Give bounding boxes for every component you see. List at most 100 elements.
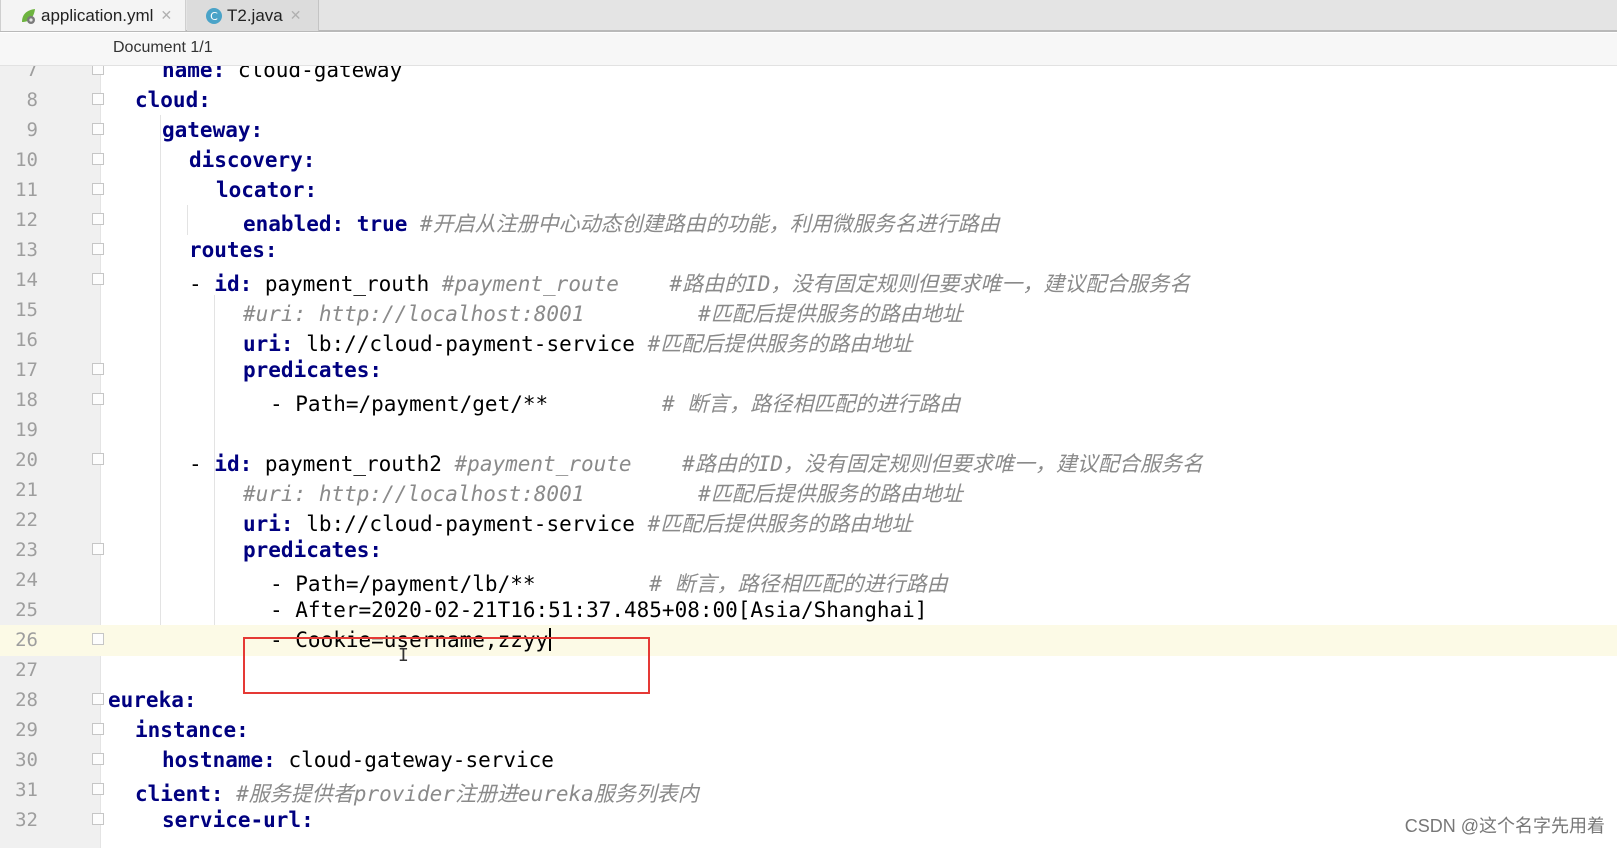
yaml-key: service-url: xyxy=(162,808,314,832)
yaml-leaf-icon xyxy=(19,7,37,25)
yaml-comment: #uri: http://localhost:8001 #匹配后提供服务的路由地… xyxy=(243,302,963,326)
close-icon[interactable]: ✕ xyxy=(290,7,302,24)
fold-marker-icon[interactable] xyxy=(92,243,104,255)
yaml-key: gateway: xyxy=(162,118,264,142)
code-line[interactable]: 19 xyxy=(0,415,1617,446)
code-text: client: #服务提供者provider注册进eureka服务列表内 xyxy=(135,778,699,808)
code-line[interactable]: 31 client: #服务提供者provider注册进eureka服务列表内 xyxy=(0,775,1617,806)
yaml-comment: # 断言，路径相匹配的进行路由 xyxy=(661,392,961,416)
fold-marker-icon[interactable] xyxy=(92,153,104,165)
code-text: cloud: xyxy=(135,88,211,112)
text-cursor-icon: I xyxy=(398,645,409,666)
code-text: #uri: http://localhost:8001 #匹配后提供服务的路由地… xyxy=(243,298,963,328)
tab-label: T2.java xyxy=(227,5,283,25)
fold-marker-icon[interactable] xyxy=(92,93,104,105)
code-line[interactable]: 30 hostname: cloud-gateway-service xyxy=(0,745,1617,776)
yaml-key: routes: xyxy=(189,238,278,262)
code-line[interactable]: 15 #uri: http://localhost:8001 #匹配后提供服务的路… xyxy=(0,295,1617,326)
code-line[interactable]: 14 - id: payment_routh #payment_route #路由… xyxy=(0,265,1617,296)
breadcrumb: Document 1/1 xyxy=(0,33,1617,66)
tab-t2-java[interactable]: C T2.java ✕ xyxy=(187,0,319,31)
fold-marker-icon[interactable] xyxy=(92,273,104,285)
fold-marker-icon[interactable] xyxy=(92,363,104,375)
fold-marker-icon[interactable] xyxy=(92,66,104,75)
yaml-value: - Path=/payment/lb/** xyxy=(270,572,650,596)
code-text: service-url: xyxy=(162,808,314,832)
line-number: 16 xyxy=(15,329,38,351)
yaml-value: - After=2020-02-21T16:51:37.485+08:00[As… xyxy=(270,598,928,622)
yaml-key: instance: xyxy=(135,718,249,742)
yaml-value: payment_routh xyxy=(252,272,442,296)
yaml-key: client: xyxy=(135,782,224,806)
code-line[interactable]: 25 - After=2020-02-21T16:51:37.485+08:00[… xyxy=(0,595,1617,626)
fold-marker-icon[interactable] xyxy=(92,213,104,225)
line-number: 23 xyxy=(15,539,38,561)
close-icon[interactable]: ✕ xyxy=(160,7,172,24)
fold-marker-icon[interactable] xyxy=(92,183,104,195)
yaml-value: lb://cloud-payment-service xyxy=(293,512,648,536)
yaml-key: locator: xyxy=(216,178,318,202)
yaml-comment: #payment_route #路由的ID，没有固定规则但要求唯一，建议配合服务… xyxy=(441,272,1191,296)
tab-application-yml[interactable]: application.yml ✕ xyxy=(0,0,186,31)
code-line[interactable]: 10 discovery: xyxy=(0,145,1617,176)
code-line[interactable]: 12 enabled: true #开启从注册中心动态创建路由的功能，利用微服务名… xyxy=(0,205,1617,236)
fold-marker-icon[interactable] xyxy=(92,813,104,825)
code-line[interactable]: 13 routes: xyxy=(0,235,1617,266)
code-text: gateway: xyxy=(162,118,263,142)
line-number: 18 xyxy=(15,389,38,411)
line-number: 14 xyxy=(15,269,38,291)
code-text: routes: xyxy=(189,238,278,262)
line-number: 20 xyxy=(15,449,38,471)
code-line[interactable]: 18 - Path=/payment/get/** # 断言，路径相匹配的进行路由 xyxy=(0,385,1617,416)
code-text: #uri: http://localhost:8001 #匹配后提供服务的路由地… xyxy=(243,478,963,508)
code-line[interactable]: 7 name: cloud-gateway xyxy=(0,66,1617,86)
code-line[interactable]: 20 - id: payment_routh2 #payment_route #路… xyxy=(0,445,1617,476)
line-number: 30 xyxy=(15,749,38,771)
code-line[interactable]: 23 predicates: xyxy=(0,535,1617,566)
fold-marker-icon[interactable] xyxy=(92,753,104,765)
editor-tab-bar: application.yml ✕ C T2.java ✕ xyxy=(0,0,1617,32)
yaml-value: payment_routh2 xyxy=(252,452,455,476)
yaml-key: discovery: xyxy=(189,148,316,172)
yaml-boolean: true xyxy=(344,212,408,236)
code-line[interactable]: 11 locator: xyxy=(0,175,1617,206)
line-number: 31 xyxy=(15,779,38,801)
svg-text:C: C xyxy=(210,10,218,23)
fold-marker-icon[interactable] xyxy=(92,123,104,135)
code-editor[interactable]: 7 name: cloud-gateway 8 cloud: 9 gateway: 10 di… xyxy=(0,66,1617,848)
code-line[interactable]: 29 instance: xyxy=(0,715,1617,746)
fold-marker-icon[interactable] xyxy=(92,783,104,795)
yaml-value: lb://cloud-payment-service xyxy=(293,332,648,356)
line-number: 9 xyxy=(26,119,38,141)
code-line[interactable]: 21 #uri: http://localhost:8001 #匹配后提供服务的路… xyxy=(0,475,1617,506)
line-number: 15 xyxy=(15,299,38,321)
code-line[interactable]: 17 predicates: xyxy=(0,355,1617,386)
line-number: 10 xyxy=(15,149,38,171)
code-line[interactable]: 8 cloud: xyxy=(0,85,1617,116)
fold-marker-icon[interactable] xyxy=(92,543,104,555)
code-line[interactable]: 24 - Path=/payment/lb/** # 断言，路径相匹配的进行路由 xyxy=(0,565,1617,596)
yaml-comment: #开启从注册中心动态创建路由的功能，利用微服务名进行路由 xyxy=(407,212,1000,236)
code-line[interactable]: 9 gateway: xyxy=(0,115,1617,146)
fold-marker-icon[interactable] xyxy=(92,633,104,645)
yaml-key: hostname: xyxy=(162,748,276,772)
code-line[interactable]: 22 uri: lb://cloud-payment-service #匹配后提供… xyxy=(0,505,1617,536)
line-number: 11 xyxy=(15,179,38,201)
yaml-comment: #匹配后提供服务的路由地址 xyxy=(647,512,913,536)
line-number: 19 xyxy=(15,419,38,441)
highlight-box xyxy=(243,637,650,694)
code-line[interactable]: 32 service-url: xyxy=(0,805,1617,836)
yaml-comment: # 断言，路径相匹配的进行路由 xyxy=(649,572,948,596)
yaml-value: - Path=/payment/get/** xyxy=(270,392,662,416)
tab-label: application.yml xyxy=(41,5,154,25)
code-text: name: cloud-gateway xyxy=(162,66,402,82)
fold-marker-icon[interactable] xyxy=(92,453,104,465)
fold-marker-icon[interactable] xyxy=(92,693,104,705)
yaml-key: predicates: xyxy=(243,358,383,382)
yaml-key: uri: xyxy=(243,332,294,356)
code-text: predicates: xyxy=(243,538,382,562)
yaml-key: name: xyxy=(162,66,226,82)
fold-marker-icon[interactable] xyxy=(92,393,104,405)
fold-marker-icon[interactable] xyxy=(92,723,104,735)
code-line[interactable]: 16 uri: lb://cloud-payment-service #匹配后提供… xyxy=(0,325,1617,356)
